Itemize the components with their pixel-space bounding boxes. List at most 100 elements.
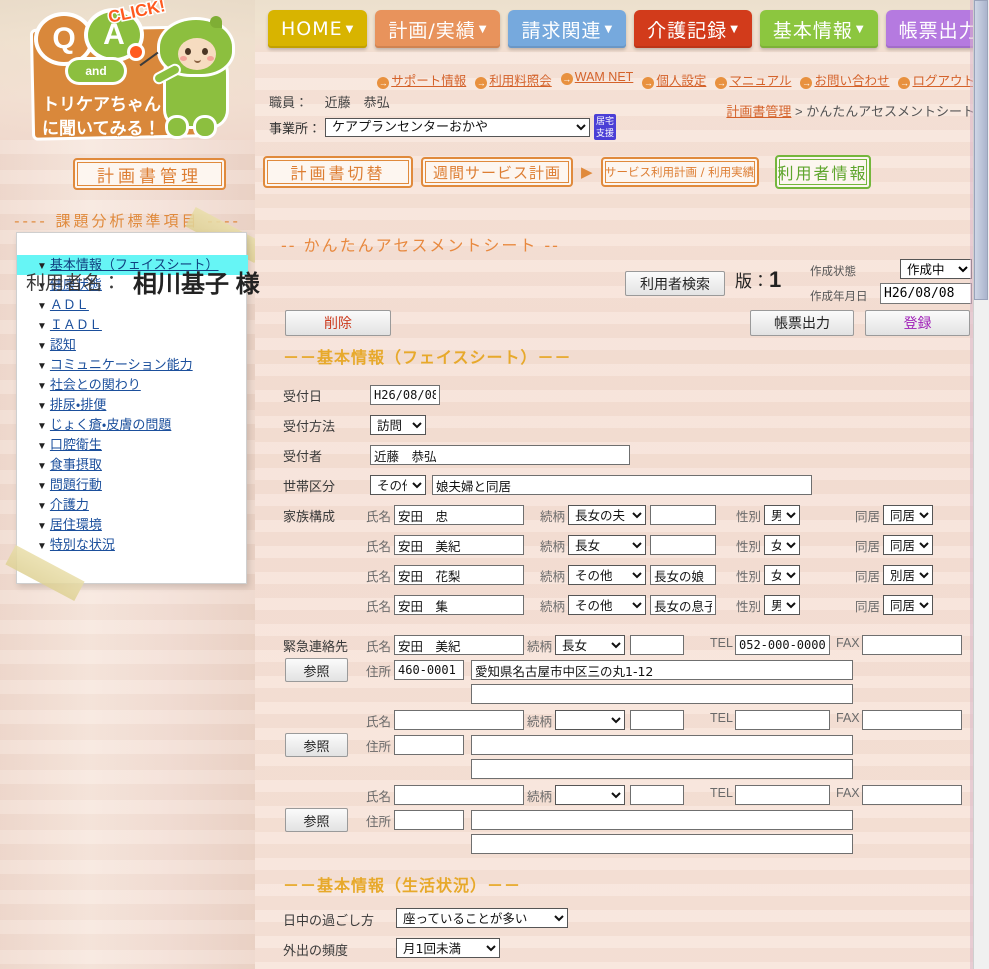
delete-button[interactable]: 削除 xyxy=(285,310,391,336)
sidebar-item-13[interactable]: ▼居住環境 xyxy=(17,515,248,535)
receptionist-input[interactable] xyxy=(370,445,630,465)
emergency-address2-input-0[interactable] xyxy=(471,684,853,704)
header-link-6[interactable]: →ログアウト xyxy=(898,70,975,89)
office-select[interactable]: ケアプランセンターおかや xyxy=(325,118,590,137)
weekly-service-plan-button[interactable]: 週間サービス計画 xyxy=(421,157,573,187)
daytime-activity-select[interactable]: 座っていることが多い xyxy=(396,908,568,928)
user-info-button[interactable]: 利用者情報 xyxy=(775,155,871,189)
family-name-input-2[interactable] xyxy=(394,565,524,585)
page-scrollbar-track[interactable] xyxy=(973,0,989,969)
sidebar-item-9[interactable]: ▼口腔衛生 xyxy=(17,435,248,455)
emergency-name-input-1[interactable] xyxy=(394,710,524,730)
outing-frequency-select[interactable]: 月1回未満 xyxy=(396,938,500,958)
family-relation-other-input-0[interactable] xyxy=(650,505,716,525)
family-relation-other-input-2[interactable] xyxy=(650,565,716,585)
family-relation-other-input-3[interactable] xyxy=(650,595,716,615)
emergency-fax-input-0[interactable] xyxy=(862,635,962,655)
emergency-reference-button-0[interactable]: 参照 xyxy=(285,658,348,682)
emergency-reference-button-1[interactable]: 参照 xyxy=(285,733,348,757)
family-relation-select-3[interactable]: その他 xyxy=(568,595,646,615)
nav-tab-label: 計画/実績 xyxy=(388,16,475,43)
emergency-address1-input-1[interactable] xyxy=(471,735,853,755)
header-link-4[interactable]: →マニュアル xyxy=(715,70,791,89)
emergency-address1-input-2[interactable] xyxy=(471,810,853,830)
mascot-banner[interactable]: Q A and CLICK! トリケアちゃん に聞いてみる！ xyxy=(12,2,244,142)
sidebar-item-6[interactable]: ▼社会との関わり xyxy=(17,375,248,395)
nav-tab-2[interactable]: 請求関連▼ xyxy=(508,10,626,48)
user-search-button[interactable]: 利用者検索 xyxy=(625,271,725,296)
nav-tab-label: 請求関連 xyxy=(521,16,601,43)
emergency-address1-input-0[interactable] xyxy=(471,660,853,680)
emergency-relation-other-input-1[interactable] xyxy=(630,710,684,730)
chevron-down-icon: ▼ xyxy=(37,401,47,412)
plan-manage-button[interactable]: 計画書管理 xyxy=(73,158,226,190)
report-output-button[interactable]: 帳票出力 xyxy=(750,310,854,336)
family-gender-select-2[interactable]: 女 xyxy=(764,565,800,585)
reception-method-select[interactable]: 訪問 xyxy=(370,415,426,435)
emergency-relation-select-1[interactable] xyxy=(555,710,625,730)
emergency-name-input-2[interactable] xyxy=(394,785,524,805)
sidebar-item-4[interactable]: ▼認知 xyxy=(17,335,248,355)
sidebar-item-8[interactable]: ▼じょく瘡・皮膚の問題 xyxy=(17,415,248,435)
sidebar-item-12[interactable]: ▼介護力 xyxy=(17,495,248,515)
nav-tab-1[interactable]: 計画/実績▼ xyxy=(375,10,500,48)
emergency-address2-input-1[interactable] xyxy=(471,759,853,779)
header-link-0[interactable]: →サポート情報 xyxy=(377,70,466,89)
family-relation-select-1[interactable]: 長女 xyxy=(568,535,646,555)
header-link-1[interactable]: →利用料照会 xyxy=(475,70,552,89)
emergency-fax-input-1[interactable] xyxy=(862,710,962,730)
service-usage-plan-button[interactable]: サービス利用計画 / 利用実績 xyxy=(601,157,759,187)
family-gender-select-0[interactable]: 男 xyxy=(764,505,800,525)
family-relation-select-2[interactable]: その他 xyxy=(568,565,646,585)
family-name-input-3[interactable] xyxy=(394,595,524,615)
switch-plan-button[interactable]: 計画書切替 xyxy=(263,156,413,188)
family-cohabit-select-3[interactable]: 同居 xyxy=(883,595,933,615)
family-relation-select-0[interactable]: 長女の夫 xyxy=(568,505,646,525)
emergency-zip-input-1[interactable] xyxy=(394,735,464,755)
emergency-address2-input-2[interactable] xyxy=(471,834,853,854)
emergency-tel-input-2[interactable] xyxy=(735,785,830,805)
emergency-relation-other-input-0[interactable] xyxy=(630,635,684,655)
household-type-select[interactable]: その他 xyxy=(370,475,426,495)
family-name-input-0[interactable] xyxy=(394,505,524,525)
emergency-relation-select-0[interactable]: 長女 xyxy=(555,635,625,655)
household-detail-input[interactable] xyxy=(432,475,812,495)
nav-tab-3[interactable]: 介護記録▼ xyxy=(634,10,752,48)
emergency-relation-select-2[interactable] xyxy=(555,785,625,805)
sidebar-item-3[interactable]: ▼ＩＡＤＬ xyxy=(17,315,248,335)
nav-tab-0[interactable]: HOME▼ xyxy=(268,10,367,48)
emergency-address-label-0: 住所 xyxy=(366,661,391,680)
breadcrumb-root[interactable]: 計画書管理 xyxy=(726,104,791,119)
emergency-reference-button-2[interactable]: 参照 xyxy=(285,808,348,832)
header-link-2[interactable]: →WAM NET xyxy=(561,70,634,89)
sidebar-item-11[interactable]: ▼問題行動 xyxy=(17,475,248,495)
family-relation-label-2: 続柄 xyxy=(540,566,565,585)
family-cohabit-select-2[interactable]: 別居 xyxy=(883,565,933,585)
emergency-zip-input-2[interactable] xyxy=(394,810,464,830)
created-date-input[interactable] xyxy=(880,283,972,304)
reception-date-input[interactable] xyxy=(370,385,440,405)
sidebar-item-14[interactable]: ▼特別な状況 xyxy=(17,535,248,555)
status-select[interactable]: 作成中 xyxy=(900,259,972,279)
family-cohabit-select-0[interactable]: 同居 xyxy=(883,505,933,525)
sidebar-item-7[interactable]: ▼排尿・排便 xyxy=(17,395,248,415)
emergency-tel-input-0[interactable] xyxy=(735,635,830,655)
family-gender-select-3[interactable]: 男 xyxy=(764,595,800,615)
sidebar-item-10[interactable]: ▼食事摂取 xyxy=(17,455,248,475)
emergency-name-input-0[interactable] xyxy=(394,635,524,655)
family-gender-select-1[interactable]: 女 xyxy=(764,535,800,555)
page-scrollbar-thumb[interactable] xyxy=(974,0,988,300)
family-cohabit-select-1[interactable]: 同居 xyxy=(883,535,933,555)
header-link-3[interactable]: →個人設定 xyxy=(642,70,706,89)
chevron-down-icon: ▼ xyxy=(37,341,47,352)
nav-tab-4[interactable]: 基本情報▼ xyxy=(760,10,878,48)
family-name-input-1[interactable] xyxy=(394,535,524,555)
emergency-fax-input-2[interactable] xyxy=(862,785,962,805)
family-relation-other-input-1[interactable] xyxy=(650,535,716,555)
emergency-relation-other-input-2[interactable] xyxy=(630,785,684,805)
sidebar-item-5[interactable]: ▼コミュニケーション能力 xyxy=(17,355,248,375)
header-link-5[interactable]: →お問い合わせ xyxy=(800,70,889,89)
emergency-tel-input-1[interactable] xyxy=(735,710,830,730)
emergency-zip-input-0[interactable] xyxy=(394,660,464,680)
register-button[interactable]: 登録 xyxy=(865,310,970,336)
